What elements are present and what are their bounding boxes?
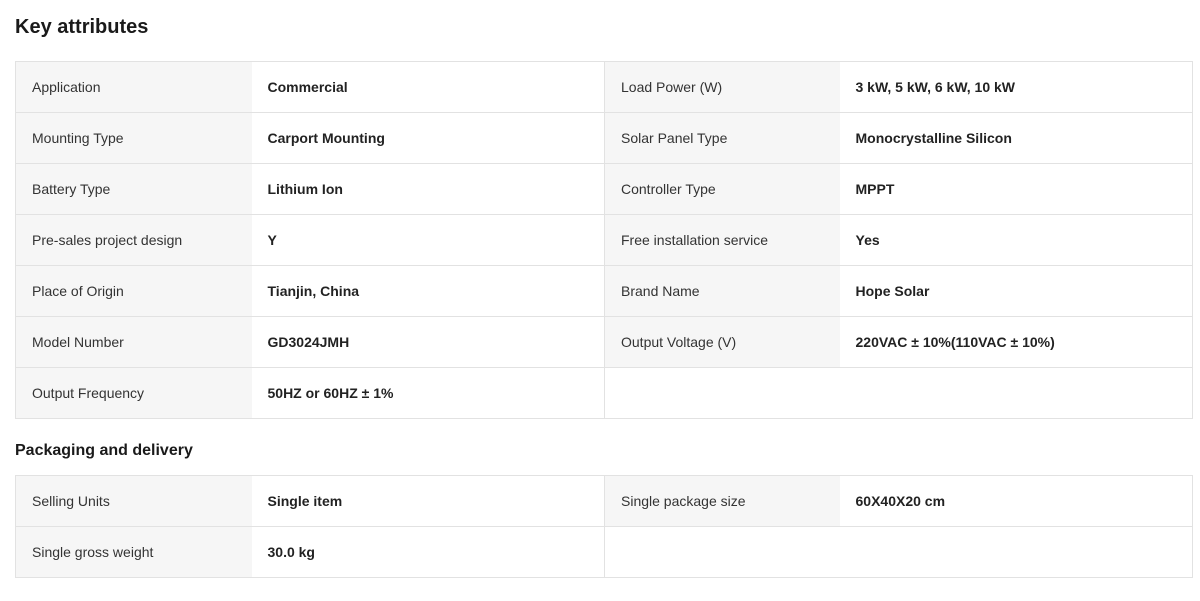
attribute-value: 220VAC ± 10%(110VAC ± 10%) — [839, 316, 1193, 368]
attribute-label: Solar Panel Type — [604, 112, 840, 164]
table-row: Application Commercial Load Power (W) 3 … — [15, 61, 1193, 113]
empty-cell — [604, 367, 840, 419]
empty-cell — [604, 526, 840, 578]
attribute-value: Commercial — [251, 61, 605, 113]
attribute-label: Selling Units — [15, 475, 252, 527]
key-attributes-table: Application Commercial Load Power (W) 3 … — [15, 61, 1193, 419]
attribute-value: 60X40X20 cm — [839, 475, 1193, 527]
attribute-value: 3 kW, 5 kW, 6 kW, 10 kW — [839, 61, 1193, 113]
attribute-value: Single item — [251, 475, 605, 527]
packaging-title: Packaging and delivery — [15, 442, 193, 459]
attribute-label: Brand Name — [604, 265, 840, 317]
attribute-label: Pre-sales project design — [15, 214, 252, 266]
attribute-value: 30.0 kg — [251, 526, 605, 578]
attribute-label: Output Frequency — [15, 367, 252, 419]
attribute-label: Mounting Type — [15, 112, 252, 164]
attribute-value: Tianjin, China — [251, 265, 605, 317]
table-row: Place of Origin Tianjin, China Brand Nam… — [15, 265, 1193, 317]
attribute-label: Single package size — [604, 475, 840, 527]
attribute-value: 50HZ or 60HZ ± 1% — [251, 367, 605, 419]
table-row: Mounting Type Carport Mounting Solar Pan… — [15, 112, 1193, 164]
attribute-value: GD3024JMH — [251, 316, 605, 368]
attribute-label: Place of Origin — [15, 265, 252, 317]
table-row: Output Frequency 50HZ or 60HZ ± 1% — [15, 367, 1193, 419]
table-row: Model Number GD3024JMH Output Voltage (V… — [15, 316, 1193, 368]
empty-cell — [839, 367, 1193, 419]
key-attributes-title: Key attributes — [15, 16, 149, 38]
attribute-value: MPPT — [839, 163, 1193, 215]
table-row: Selling Units Single item Single package… — [15, 475, 1193, 527]
attribute-label: Battery Type — [15, 163, 252, 215]
attribute-label: Free installation service — [604, 214, 840, 266]
empty-cell — [839, 526, 1193, 578]
attribute-label: Application — [15, 61, 252, 113]
table-row: Pre-sales project design Y Free installa… — [15, 214, 1193, 266]
attribute-value: Yes — [839, 214, 1193, 266]
attribute-value: Carport Mounting — [251, 112, 605, 164]
attribute-label: Single gross weight — [15, 526, 252, 578]
attribute-value: Hope Solar — [839, 265, 1193, 317]
attribute-value: Y — [251, 214, 605, 266]
table-row: Battery Type Lithium Ion Controller Type… — [15, 163, 1193, 215]
table-row: Single gross weight 30.0 kg — [15, 526, 1193, 578]
attribute-value: Lithium Ion — [251, 163, 605, 215]
packaging-table: Selling Units Single item Single package… — [15, 475, 1193, 578]
attribute-label: Load Power (W) — [604, 61, 840, 113]
attribute-label: Model Number — [15, 316, 252, 368]
attribute-value: Monocrystalline Silicon — [839, 112, 1193, 164]
attribute-label: Output Voltage (V) — [604, 316, 840, 368]
attribute-label: Controller Type — [604, 163, 840, 215]
